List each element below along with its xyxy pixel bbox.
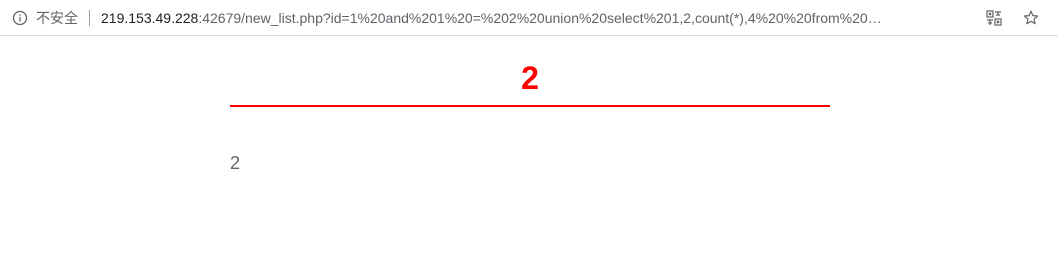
- info-icon[interactable]: [12, 10, 28, 26]
- security-label: 不安全: [36, 10, 78, 27]
- url-host: 219.153.49.228: [101, 9, 199, 26]
- title-underline: [230, 105, 830, 107]
- news-content: 2: [230, 153, 241, 173]
- url-field[interactable]: 219.153.49.228:42679/new_list.php?id=1%2…: [101, 10, 882, 26]
- page-title: 2: [521, 60, 539, 96]
- url-path: :42679/new_list.php?id=1%20and%201%20=%2…: [198, 9, 882, 26]
- divider: [89, 9, 90, 26]
- translate-icon[interactable]: [986, 10, 1002, 26]
- star-icon[interactable]: [1022, 9, 1040, 27]
- page-body: 2 2: [0, 36, 1058, 259]
- address-bar: 不安全 219.153.49.228:42679/new_list.php?id…: [0, 0, 1058, 36]
- security-indicator[interactable]: 不安全: [12, 6, 78, 30]
- toolbar-actions: [986, 0, 1058, 36]
